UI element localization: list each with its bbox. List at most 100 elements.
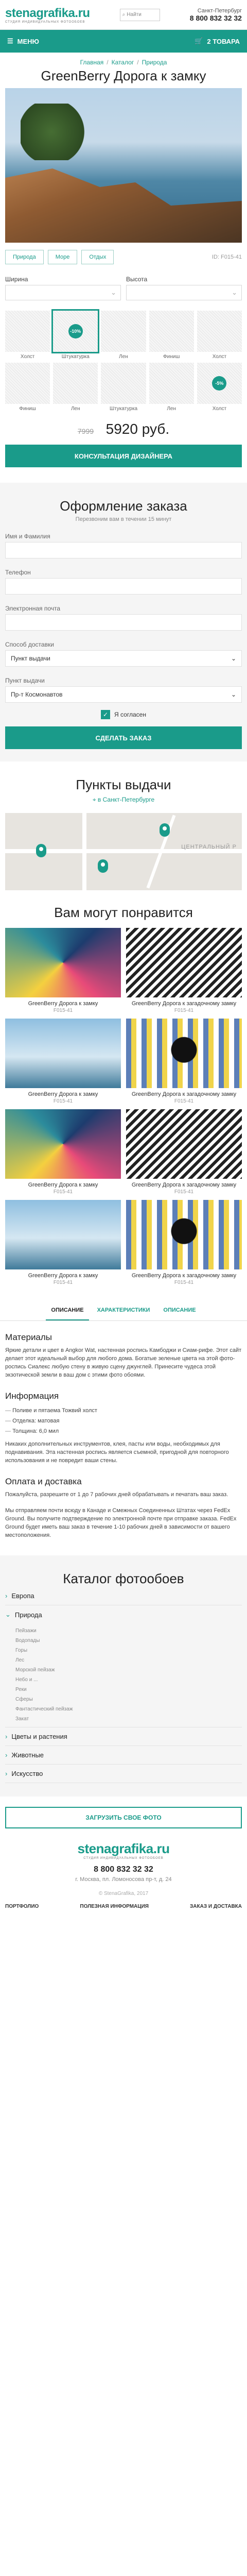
submit-order-button[interactable]: СДЕЛАТЬ ЗАКАЗ — [5, 726, 242, 749]
footer-link-portfolio[interactable]: ПОРТФОЛИО — [5, 1904, 39, 1909]
tab-description[interactable]: ОПИСАНИЕ — [46, 1301, 89, 1320]
catalog-subitem[interactable]: Небо и ... — [15, 1675, 242, 1685]
chevron-right-icon: › — [5, 1592, 8, 1600]
tab-characteristics[interactable]: ХАРАКТЕРИСТИКИ — [92, 1301, 155, 1320]
menu-button[interactable]: ☰ МЕНЮ — [7, 37, 39, 45]
materials-text: Яркие детали и цвет в Angkor Wat, настен… — [5, 1347, 242, 1378]
pickup-select[interactable]: Пр-т Космонавтов ⌄ — [5, 686, 242, 703]
width-label: Ширина — [5, 276, 28, 283]
tag-sea[interactable]: Море — [47, 250, 78, 264]
info-title: Информация — [5, 1391, 59, 1401]
pickup-points: Пункты выдачи ⌖ в Санкт-Петербурге — [0, 761, 247, 804]
texture-option[interactable]: Холст — [197, 311, 242, 360]
tag-rest[interactable]: Отдых — [81, 250, 114, 264]
tag-nature[interactable]: Природа — [5, 250, 44, 264]
catalog-title: Каталог фотообоев — [63, 1571, 184, 1587]
hamburger-icon: ☰ — [7, 37, 13, 45]
catalog-subitem[interactable]: Морской пейзаж — [15, 1665, 242, 1675]
materials-title: Материалы — [5, 1332, 52, 1342]
product-card[interactable]: GreenBerry Дорога к замку F015-41 — [5, 1109, 121, 1195]
map[interactable]: ЦЕНТРАЛЬНЫЙ Р — [5, 813, 242, 890]
footer-phone[interactable]: 8 800 832 32 32 — [0, 1865, 247, 1874]
catalog-subitem[interactable]: Реки — [15, 1685, 242, 1694]
product-card[interactable]: GreenBerry Дорога к загадочному замку F01… — [126, 1109, 242, 1195]
footer-links: ПОРТФОЛИО ПОЛЕЗНАЯ ИНФОРМАЦИЯ ЗАКАЗ И ДО… — [0, 1896, 247, 1921]
old-price: 7999 — [77, 427, 94, 435]
info-item: Отделка: матовая — [5, 1416, 242, 1426]
discount-badge: -10% — [68, 324, 83, 338]
texture-option[interactable]: Холст — [5, 311, 50, 360]
city-selector[interactable]: Санкт-Петербург — [190, 8, 242, 14]
texture-option[interactable]: Штукатурка — [101, 363, 146, 412]
points-city[interactable]: ⌖ в Санкт-Петербурге — [5, 796, 242, 804]
chevron-right-icon: › — [5, 1770, 8, 1778]
texture-option[interactable]: Финиш — [149, 311, 194, 360]
catalog-item-animals[interactable]: › Животные — [5, 1746, 242, 1765]
agree-label: Я согласен — [114, 711, 146, 718]
catalog-item-art[interactable]: › Искусство — [5, 1765, 242, 1784]
discount-badge: -5% — [212, 376, 227, 391]
price-block: 7999 5920 руб. — [0, 421, 247, 437]
catalog-item-flowers[interactable]: › Цветы и растения — [5, 1727, 242, 1747]
texture-option[interactable]: -10% Штукатурка — [51, 309, 100, 360]
cart-button[interactable]: 🛒 2 ТОВАРА — [195, 37, 240, 45]
product-card[interactable]: GreenBerry Дорога к загадочному замку F01… — [126, 1200, 242, 1285]
breadcrumb-catalog[interactable]: Каталог — [112, 59, 134, 66]
nav-bar: ☰ МЕНЮ 🛒 2 ТОВАРА — [0, 30, 247, 53]
catalog-subitem[interactable]: Сферы — [15, 1694, 242, 1704]
email-field[interactable] — [5, 614, 242, 631]
chevron-down-icon: ⌄ — [231, 691, 236, 698]
search-icon: ⌕ — [122, 12, 126, 18]
product-card[interactable]: GreenBerry Дорога к замку F015-41 — [5, 1200, 121, 1285]
texture-option[interactable]: Финиш — [5, 363, 50, 412]
delivery-title: Оплата и доставка — [5, 1476, 82, 1486]
map-pin-icon[interactable] — [98, 859, 108, 873]
texture-option[interactable]: Лен — [53, 363, 98, 412]
catalog-subitem[interactable]: Лес — [15, 1655, 242, 1665]
logo[interactable]: stenagrafika.ru Студия индивидуальных фо… — [5, 6, 90, 24]
new-price: 5920 руб. — [105, 421, 170, 437]
breadcrumb-nature[interactable]: Природа — [142, 59, 167, 66]
texture-option[interactable]: Лен — [101, 311, 146, 360]
location-icon: ⌖ — [92, 796, 98, 803]
map-pin-icon[interactable] — [36, 844, 46, 857]
texture-option[interactable]: Лен — [149, 363, 194, 412]
catalog-subitem[interactable]: Закат — [15, 1714, 242, 1724]
texture-option[interactable]: -5% Холст — [197, 363, 242, 412]
width-input[interactable]: ⌄ — [5, 285, 121, 300]
footer-link-delivery[interactable]: ЗАКАЗ И ДОСТАВКА — [190, 1904, 242, 1909]
product-card[interactable]: GreenBerry Дорога к замку F015-41 — [5, 1019, 121, 1104]
upload-photo-button[interactable]: ЗАГРУЗИТЬ СВОЕ ФОТО — [5, 1807, 242, 1829]
consult-button[interactable]: КОНСУЛЬТАЦИЯ ДИЗАЙНЕРА — [5, 445, 242, 467]
email-label: Электронная почта — [5, 605, 61, 612]
delivery-select[interactable]: Пункт выдачи ⌄ — [5, 650, 242, 667]
height-input[interactable]: ⌄ — [126, 285, 242, 300]
breadcrumb-home[interactable]: Главная — [80, 59, 104, 66]
search-input[interactable]: ⌕ Найти — [119, 8, 160, 21]
agree-checkbox[interactable]: ✓ — [101, 710, 111, 719]
article-id: ID: F015-41 — [211, 254, 242, 260]
chevron-right-icon: › — [5, 1733, 8, 1741]
catalog-subitem[interactable]: Водопады — [15, 1636, 242, 1646]
order-subtitle: Перезвоним вам в течении 15 минут — [75, 516, 172, 522]
product-image[interactable] — [5, 88, 242, 243]
product-card[interactable]: GreenBerry Дорога к замку F015-41 — [5, 928, 121, 1013]
catalog-item-europe[interactable]: › Европа — [5, 1587, 242, 1606]
product-card[interactable]: GreenBerry Дорога к загадочному замку F01… — [126, 928, 242, 1013]
header-phone[interactable]: 8 800 832 32 32 — [190, 14, 242, 22]
tab-description-2[interactable]: ОПИСАНИЕ — [158, 1301, 201, 1320]
catalog-item-nature[interactable]: ⌄ Природа — [5, 1605, 242, 1624]
catalog-subitem[interactable]: Фантастический пейзаж — [15, 1704, 242, 1714]
footer-link-info[interactable]: ПОЛЕЗНАЯ ИНФОРМАЦИЯ — [80, 1904, 149, 1909]
phone-field[interactable] — [5, 578, 242, 595]
catalog-subitem[interactable]: Пейзажи — [15, 1626, 242, 1636]
recommendations: Вам могут понравится GreenBerry Дорога к… — [0, 905, 247, 1285]
map-pin-icon[interactable] — [160, 823, 170, 837]
order-form: Оформление заказа Перезвоним вам в течен… — [0, 483, 247, 761]
name-field[interactable] — [5, 542, 242, 558]
footer-logo[interactable]: stenagrafika.ru — [0, 1841, 247, 1857]
product-card[interactable]: GreenBerry Дорога к загадочному замку F01… — [126, 1019, 242, 1104]
catalog-subitem[interactable]: Горы — [15, 1646, 242, 1655]
delivery-text: Пожалуйста, разрешите от 1 до 7 рабочих … — [5, 1491, 237, 1539]
logo-text[interactable]: stenagrafika.ru — [5, 6, 90, 21]
